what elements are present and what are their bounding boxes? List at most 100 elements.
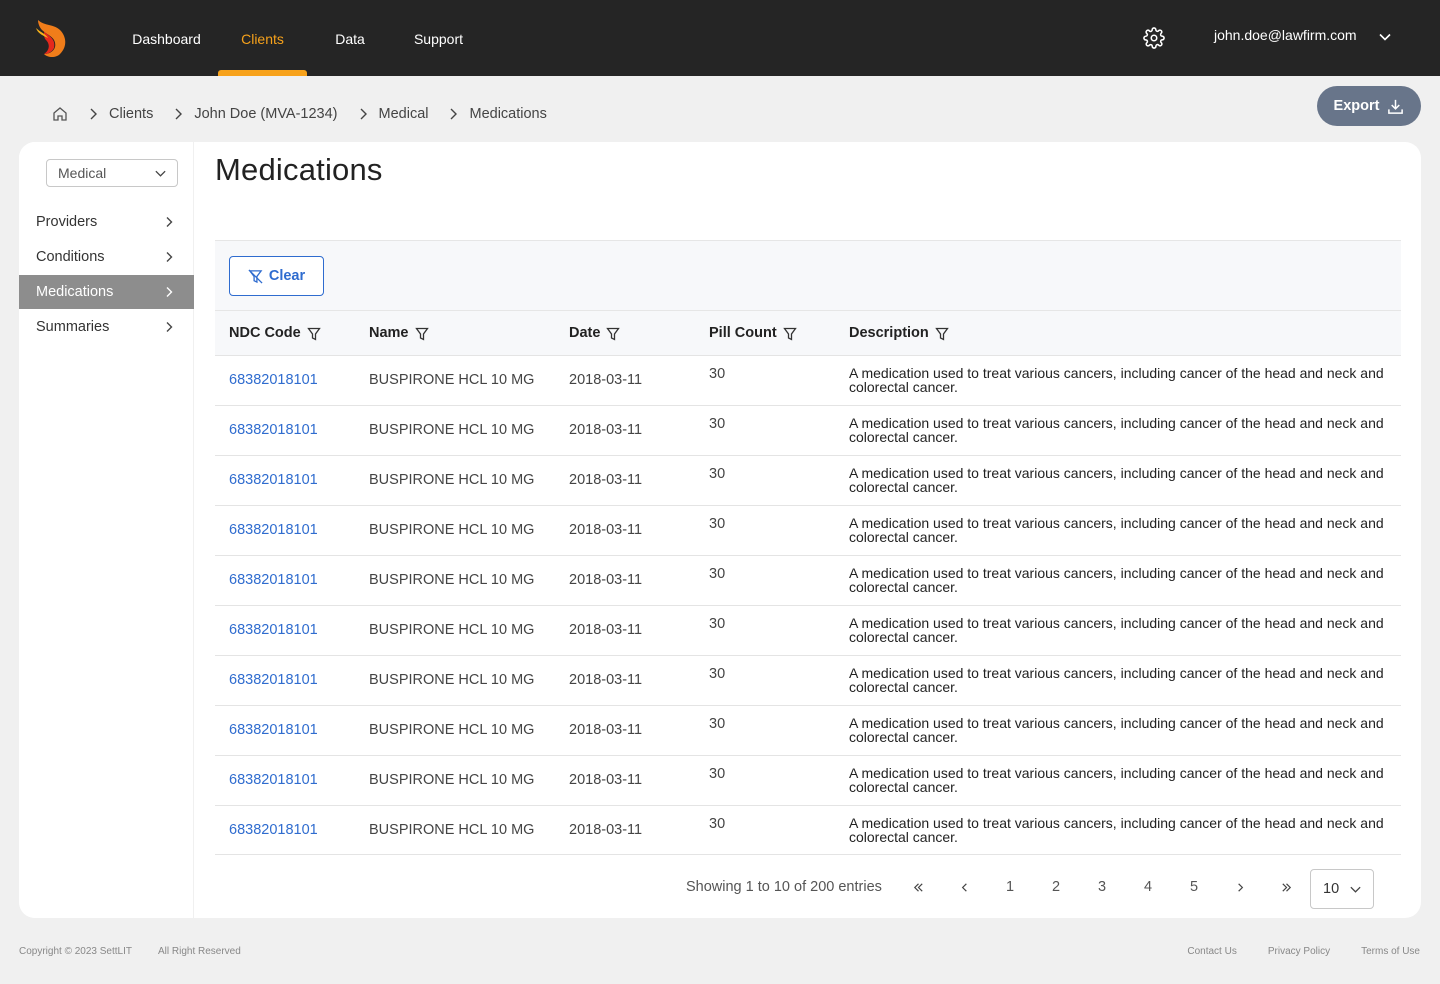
- ndc-code-link[interactable]: 68382018101: [229, 622, 318, 638]
- footer-link-contact[interactable]: Contact Us: [1187, 946, 1236, 957]
- table-row: 68382018101 BUSPIRONE HCL 10 MG 2018-03-…: [215, 405, 1401, 455]
- breadcrumb: Clients John Doe (MVA-1234) Medical Medi…: [52, 104, 547, 124]
- column-label: Name: [369, 325, 409, 341]
- pill-count: 30: [709, 716, 726, 732]
- prev-page-button[interactable]: [949, 867, 979, 907]
- sidebar: Medical Providers Conditions Medications…: [19, 142, 194, 918]
- table-row: 68382018101 BUSPIRONE HCL 10 MG 2018-03-…: [215, 505, 1401, 555]
- clear-label: Clear: [268, 268, 306, 284]
- medication-description: A medication used to treat various cance…: [849, 415, 1384, 445]
- table-header: NDC Code Name Date Pill Count Descriptio…: [215, 310, 1401, 355]
- footer-link-terms[interactable]: Terms of Use: [1361, 946, 1420, 957]
- medication-name: BUSPIRONE HCL 10 MG: [369, 622, 535, 638]
- nav-support[interactable]: Support: [410, 0, 467, 76]
- medication-description: A medication used to treat various cance…: [849, 615, 1384, 645]
- nav-clients[interactable]: Clients: [218, 0, 307, 76]
- ndc-code-link[interactable]: 68382018101: [229, 572, 318, 588]
- export-button[interactable]: Export: [1317, 86, 1421, 126]
- pagination: Showing 1 to 10 of 200 entries 1 2 3 4 5…: [215, 867, 1401, 909]
- chevron-right-icon: [166, 322, 173, 332]
- page-button-3[interactable]: 3: [1087, 867, 1117, 907]
- double-chevron-right-icon: [1281, 883, 1291, 892]
- chevron-right-icon: [166, 217, 173, 227]
- nav-dashboard[interactable]: Dashboard: [129, 0, 204, 76]
- sidebar-item-providers[interactable]: Providers: [19, 205, 194, 239]
- chevron-down-icon[interactable]: [1377, 29, 1393, 45]
- medication-name: BUSPIRONE HCL 10 MG: [369, 722, 535, 738]
- medication-date: 2018-03-11: [569, 572, 643, 588]
- filter-icon[interactable]: [414, 327, 429, 341]
- page-size-select[interactable]: 10: [1310, 869, 1374, 909]
- breadcrumb-client[interactable]: John Doe (MVA-1234): [194, 106, 337, 122]
- medication-date: 2018-03-11: [569, 472, 643, 488]
- table-row: 68382018101 BUSPIRONE HCL 10 MG 2018-03-…: [215, 755, 1401, 805]
- chevron-left-icon: [961, 883, 967, 892]
- download-icon: [1388, 99, 1404, 114]
- user-email-menu[interactable]: john.doe@lawfirm.com: [1214, 27, 1357, 43]
- pagination-info: Showing 1 to 10 of 200 entries: [686, 879, 882, 895]
- breadcrumb-current: Medications: [469, 106, 547, 122]
- column-name: Name: [369, 311, 429, 356]
- chevron-right-icon: [360, 108, 367, 120]
- copyright-text: Copyright © 2023 SettLIT: [19, 946, 132, 957]
- chevron-right-icon: [175, 108, 183, 120]
- page-button-4[interactable]: 4: [1133, 867, 1163, 907]
- first-page-button[interactable]: [903, 867, 933, 907]
- ndc-code-link[interactable]: 68382018101: [229, 672, 318, 688]
- pill-count: 30: [709, 666, 726, 682]
- breadcrumb-medical[interactable]: Medical: [379, 106, 429, 122]
- table-row: 68382018101 BUSPIRONE HCL 10 MG 2018-03-…: [215, 605, 1401, 655]
- filter-bar: Clear: [215, 240, 1401, 310]
- sidebar-item-summaries[interactable]: Summaries: [19, 310, 194, 344]
- category-select[interactable]: Medical: [46, 159, 178, 187]
- filter-clear-icon: [248, 268, 263, 284]
- filter-icon[interactable]: [606, 327, 621, 341]
- sidebar-item-label: Conditions: [36, 249, 105, 265]
- page-button-5[interactable]: 5: [1179, 867, 1209, 907]
- medication-name: BUSPIRONE HCL 10 MG: [369, 772, 535, 788]
- rights-text: All Right Reserved: [157, 946, 241, 957]
- nav-data[interactable]: Data: [330, 0, 370, 76]
- page-button-1[interactable]: 1: [995, 867, 1025, 907]
- table-row: 68382018101 BUSPIRONE HCL 10 MG 2018-03-…: [215, 555, 1401, 605]
- chevron-down-icon: [155, 170, 166, 177]
- page-title: Medications: [215, 152, 383, 187]
- footer-link-privacy[interactable]: Privacy Policy: [1268, 946, 1330, 957]
- pill-count: 30: [709, 766, 726, 782]
- ndc-code-link[interactable]: 68382018101: [229, 422, 318, 438]
- ndc-code-link[interactable]: 68382018101: [229, 822, 318, 838]
- table-row: 68382018101 BUSPIRONE HCL 10 MG 2018-03-…: [215, 455, 1401, 505]
- table-row: 68382018101 BUSPIRONE HCL 10 MG 2018-03-…: [215, 355, 1401, 405]
- chevron-down-icon: [1350, 886, 1361, 893]
- medication-description: A medication used to treat various cance…: [849, 365, 1384, 395]
- medication-name: BUSPIRONE HCL 10 MG: [369, 522, 535, 538]
- chevron-right-icon: [166, 252, 173, 262]
- last-page-button[interactable]: [1271, 867, 1301, 907]
- chevron-right-icon: [90, 108, 97, 120]
- page-size-value: 10: [1323, 881, 1340, 897]
- clear-filters-button[interactable]: Clear: [229, 256, 324, 296]
- next-page-button[interactable]: [1225, 867, 1255, 907]
- gear-icon[interactable]: [1143, 27, 1165, 49]
- sidebar-item-medications[interactable]: Medications: [19, 275, 194, 309]
- ndc-code-link[interactable]: 68382018101: [229, 522, 318, 538]
- medication-description: A medication used to treat various cance…: [849, 715, 1384, 745]
- ndc-code-link[interactable]: 68382018101: [229, 372, 318, 388]
- sidebar-item-label: Medications: [36, 284, 114, 300]
- breadcrumb-clients[interactable]: Clients: [109, 106, 153, 122]
- filter-icon[interactable]: [782, 327, 797, 341]
- sidebar-item-conditions[interactable]: Conditions: [19, 240, 194, 274]
- filter-icon[interactable]: [306, 327, 321, 341]
- medication-date: 2018-03-11: [569, 822, 643, 838]
- ndc-code-link[interactable]: 68382018101: [229, 772, 318, 788]
- home-icon[interactable]: [52, 106, 68, 122]
- double-chevron-left-icon: [913, 883, 923, 892]
- filter-icon[interactable]: [934, 327, 949, 341]
- medication-name: BUSPIRONE HCL 10 MG: [369, 472, 535, 488]
- column-label: Date: [569, 325, 601, 341]
- page-button-2[interactable]: 2: [1041, 867, 1071, 907]
- ndc-code-link[interactable]: 68382018101: [229, 472, 318, 488]
- ndc-code-link[interactable]: 68382018101: [229, 722, 318, 738]
- medication-description: A medication used to treat various cance…: [849, 665, 1384, 695]
- flame-logo-icon[interactable]: [34, 18, 70, 58]
